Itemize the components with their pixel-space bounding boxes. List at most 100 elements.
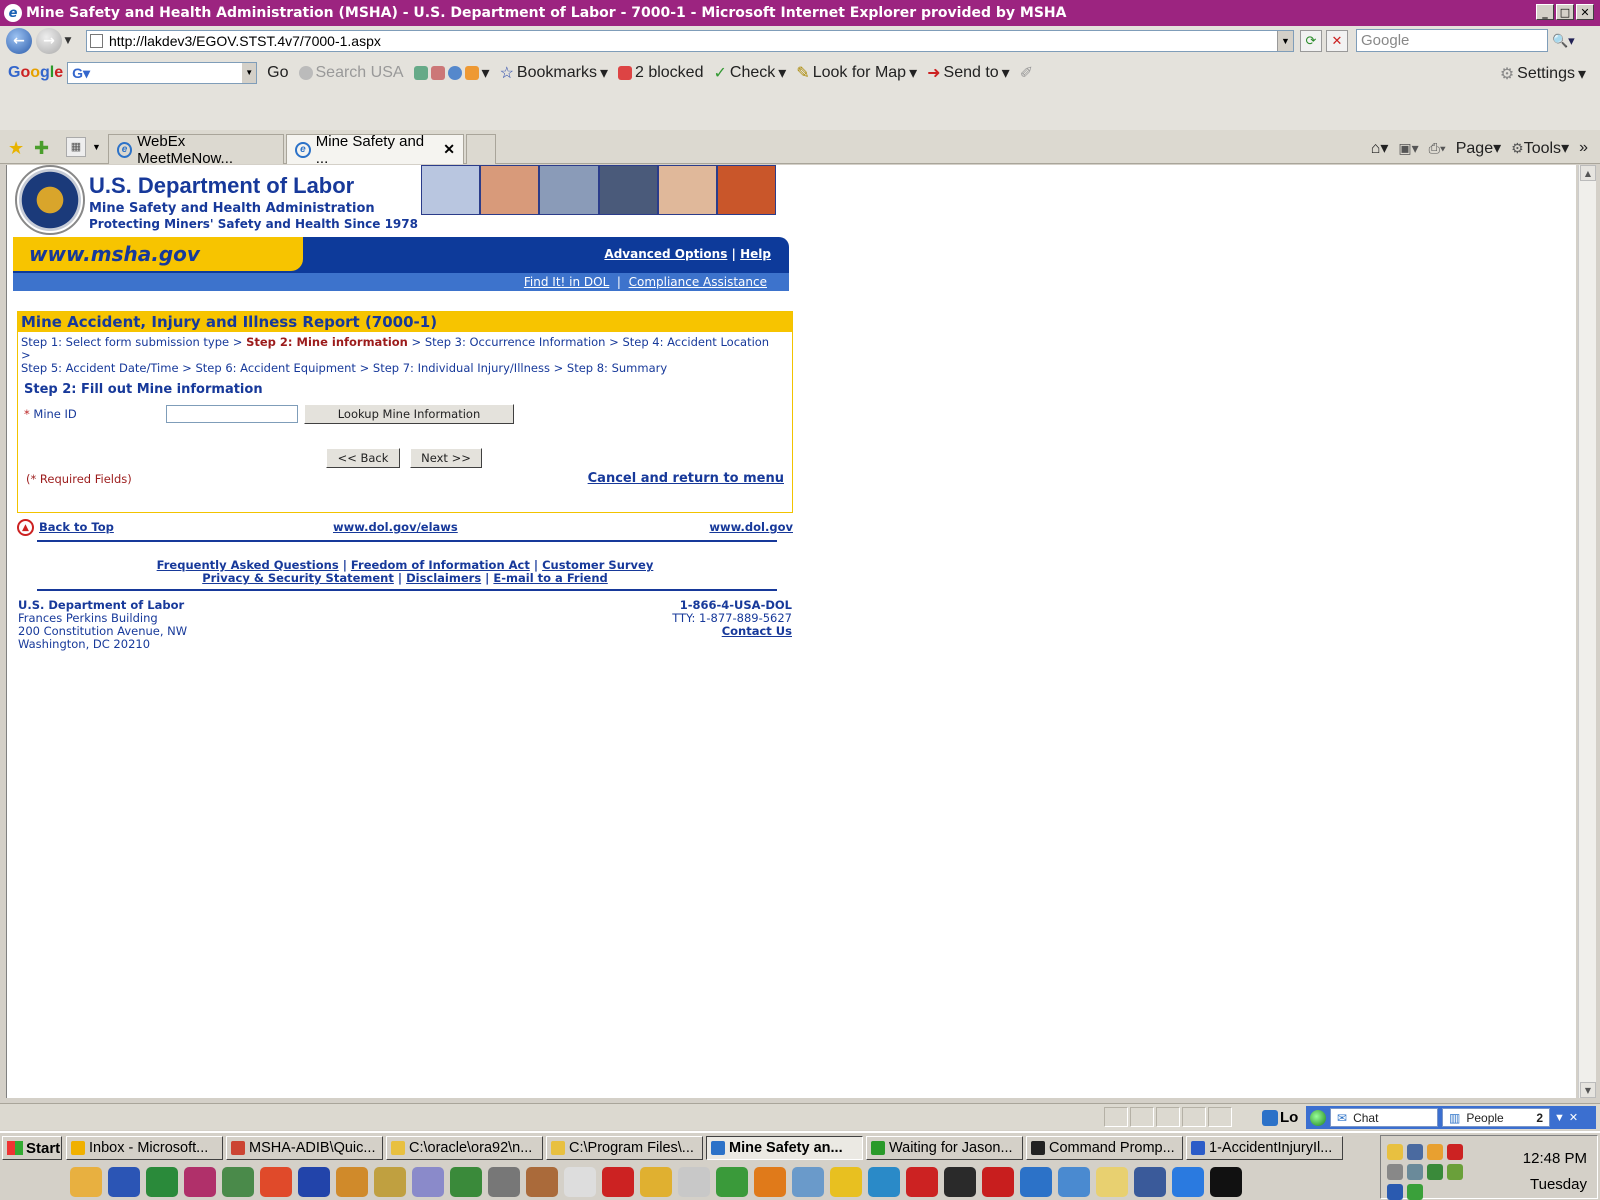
globe-icon[interactable] [1310,1109,1326,1126]
history-dropdown-icon[interactable]: ▼ [62,36,74,46]
sync-tray-icon[interactable] [1407,1184,1423,1200]
next-button[interactable]: Next >> [410,448,482,468]
cartoon-icon-6[interactable] [526,1167,558,1197]
update-tray-icon[interactable] [1447,1164,1463,1180]
taskbar-button[interactable]: Command Promp... [1026,1136,1183,1160]
faq-link[interactable]: Frequently Asked Questions [157,558,339,572]
clock-tray-icon[interactable] [1427,1144,1443,1160]
quick-tabs-icon[interactable]: ▦ [66,137,86,157]
home-icon[interactable]: ⌂▾ [1371,138,1389,158]
tab-close-icon[interactable]: ✕ [443,141,455,158]
google-search-dropdown-icon[interactable]: ▼ [242,63,257,83]
bookmarks-menu[interactable]: ☆ Bookmarks ▾ [500,63,608,83]
search-folder-icon[interactable] [792,1167,824,1197]
clock[interactable]: 12:48 PM Tuesday [1523,1146,1587,1198]
messenger-menu-icon[interactable]: ▼ [1554,1112,1565,1124]
start-button[interactable]: Start [2,1136,62,1160]
calculator-icon[interactable] [1134,1167,1166,1197]
cartoon-icon-4[interactable] [450,1167,482,1197]
outlook-icon[interactable] [70,1167,102,1197]
cancel-return-link[interactable]: Cancel and return to menu [588,471,784,486]
taskbar-button[interactable]: Waiting for Jason... [866,1136,1023,1160]
page-menu[interactable]: Page▾ [1456,138,1501,158]
zone-indicator[interactable]: Lo [1262,1109,1298,1127]
maximize-button[interactable]: □ [1556,4,1574,20]
publisher-icon[interactable] [184,1167,216,1197]
penguin-icon[interactable] [944,1167,976,1197]
taskbar-button[interactable]: 1-AccidentInjuryIl... [1186,1136,1343,1160]
scroll-up-icon[interactable]: ▲ [1580,165,1596,181]
privacy-link[interactable]: Privacy & Security Statement [202,571,394,585]
address-input[interactable]: http://lakdev3/EGOV.STST.4v7/7000-1.aspx… [86,30,1294,52]
settings-menu[interactable]: ⚙ Settings ▾ [1500,64,1586,84]
add-favorite-icon[interactable]: ✚ [34,138,49,159]
scroll-down-icon[interactable]: ▼ [1580,1082,1596,1098]
command-prompt-icon[interactable] [1210,1167,1242,1197]
email-friend-link[interactable]: E-mail to a Friend [493,571,607,585]
cartoon-icon-10[interactable] [678,1167,710,1197]
toolbar-icon-group[interactable]: ▾ [413,63,490,83]
project-icon[interactable] [222,1167,254,1197]
cartoon-icon-9[interactable] [640,1167,672,1197]
foia-link[interactable]: Freedom of Information Act [351,558,530,572]
spell-check-menu[interactable]: ✓ Check ▾ [713,63,786,83]
notepad-icon[interactable] [1058,1167,1090,1197]
network-tray-icon[interactable] [1407,1144,1423,1160]
print-icon[interactable]: ⎙▾ [1429,140,1446,157]
shield-tray-icon[interactable] [1387,1184,1403,1200]
ie-yellow-icon[interactable] [830,1167,862,1197]
address-dropdown-icon[interactable]: ▼ [1277,31,1293,51]
forward-arrow-icon[interactable]: → [36,28,62,54]
grinch-icon[interactable] [716,1167,748,1197]
back-arrow-icon[interactable]: ← [6,28,32,54]
taskbar-button[interactable]: C:\Program Files\... [546,1136,703,1160]
money-bag-icon[interactable] [374,1167,406,1197]
favorites-star-icon[interactable]: ★ [8,138,24,159]
people-button[interactable]: ▥ People 2 [1442,1108,1550,1127]
word-icon[interactable] [108,1167,140,1197]
cartoon-icon-2[interactable] [336,1167,368,1197]
disclaimers-link[interactable]: Disclaimers [406,571,481,585]
google-go-button[interactable]: Go [267,64,288,82]
feeds-icon[interactable]: ▣▾ [1398,140,1418,157]
lookup-mine-button[interactable]: Lookup Mine Information [304,404,514,424]
tab-mine-safety[interactable]: e Mine Safety and ... ✕ [286,133,464,167]
find-it-link[interactable]: Find It! in DOL [524,275,609,289]
speaker-tray-icon[interactable] [1387,1164,1403,1180]
ie-icon[interactable] [1020,1167,1052,1197]
tools-menu[interactable]: ⚙Tools▾ [1511,138,1569,158]
new-tab-button[interactable] [466,134,496,164]
mine-id-input[interactable] [166,405,298,423]
excel-icon[interactable] [146,1167,178,1197]
globe-app-icon[interactable] [868,1167,900,1197]
popup-blocker[interactable]: 2 blocked [617,64,703,82]
printer-tray-icon[interactable] [1407,1164,1423,1180]
cartoon-icon-1[interactable] [298,1167,330,1197]
back-to-top-link[interactable]: Back to Top [39,520,114,534]
tiger-icon[interactable] [754,1167,786,1197]
search-usa-button[interactable]: Search USA [298,64,404,82]
survey-link[interactable]: Customer Survey [542,558,653,572]
cartoon-icon-5[interactable] [488,1167,520,1197]
tab-webex[interactable]: e WebEx MeetMeNow... [108,133,284,167]
taskbar-button[interactable]: C:\oracle\ora92\n... [386,1136,543,1160]
send-to-menu[interactable]: ➜ Send to ▾ [927,63,1010,83]
mail-tray-icon[interactable] [1387,1144,1403,1160]
explorer-search-icon[interactable] [1096,1167,1128,1197]
minimize-button[interactable]: _ [1536,4,1554,20]
messenger-close-icon[interactable]: ✕ [1569,1111,1578,1124]
close-button[interactable]: ✕ [1576,4,1594,20]
back-button[interactable]: << Back [326,448,400,468]
tab-list-dropdown-icon[interactable]: ▼ [92,142,101,152]
up-arrow-icon[interactable]: ▲ [17,519,34,536]
cartoon-icon-8[interactable] [602,1167,634,1197]
vertical-scrollbar[interactable]: ▲ ▼ [1578,165,1596,1098]
highlight-icon[interactable]: ✐ [1020,63,1033,83]
elaws-link[interactable]: www.dol.gov/elaws [333,520,458,534]
msha-site-link[interactable]: www.msha.gov [29,242,200,266]
cartoon-icon-3[interactable] [412,1167,444,1197]
outlook-express-icon[interactable] [1172,1167,1204,1197]
search-input[interactable]: Google [1356,29,1548,52]
cartoon-icon-7[interactable] [564,1167,596,1197]
antivirus-tray-icon[interactable] [1447,1144,1463,1160]
